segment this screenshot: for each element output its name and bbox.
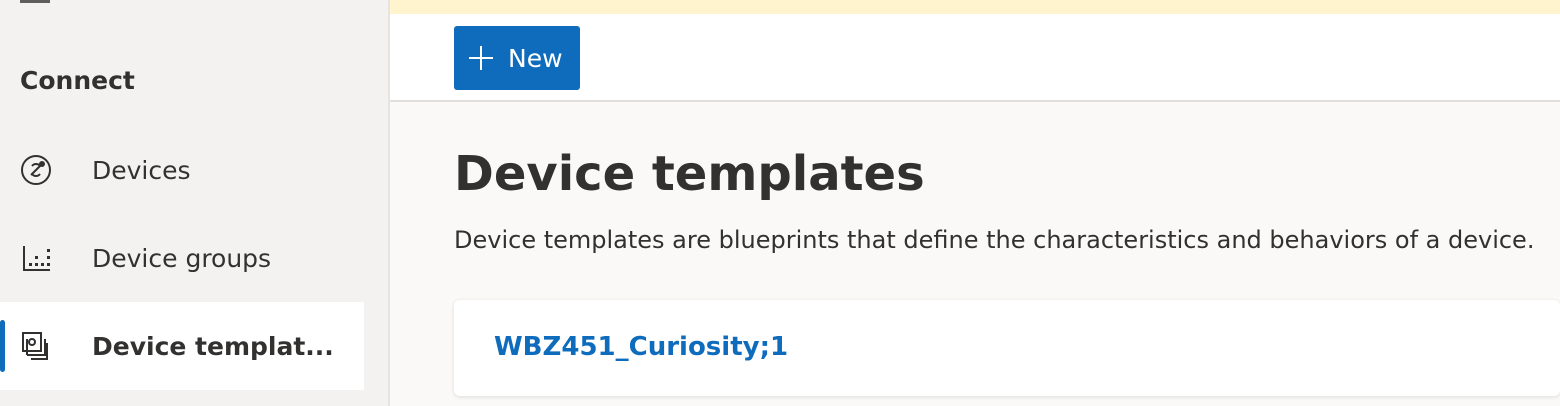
left-nav: Connect Devices Device groups Device tem… xyxy=(0,0,388,406)
menu-icon[interactable] xyxy=(20,0,50,3)
sidebar-item-label: Devices xyxy=(92,155,191,185)
notification-banner xyxy=(390,0,1560,14)
page-title: Device templates xyxy=(454,146,925,202)
new-button-label: New xyxy=(508,43,563,73)
nav-section-heading: Connect xyxy=(20,66,135,95)
device-groups-icon xyxy=(18,240,54,276)
plus-icon xyxy=(468,45,494,71)
new-button[interactable]: New xyxy=(454,26,580,90)
selected-indicator xyxy=(0,320,5,372)
sidebar-item-devices[interactable]: Devices xyxy=(0,126,364,214)
device-templates-icon xyxy=(18,328,54,364)
template-card[interactable]: WBZ451_Curiosity;1 xyxy=(454,300,1560,396)
command-bar: New xyxy=(390,14,1560,102)
sidebar-item-label: Device templat... xyxy=(92,331,334,361)
page-description: Device templates are blueprints that def… xyxy=(454,226,1535,254)
template-link[interactable]: WBZ451_Curiosity;1 xyxy=(494,332,788,362)
app-root: Connect Devices Device groups Device tem… xyxy=(0,0,1560,406)
sidebar-item-device-groups[interactable]: Device groups xyxy=(0,214,364,302)
sidebar-item-device-templates[interactable]: Device templat... xyxy=(0,302,364,390)
sidebar-item-label: Device groups xyxy=(92,243,272,273)
devices-icon xyxy=(18,152,54,188)
